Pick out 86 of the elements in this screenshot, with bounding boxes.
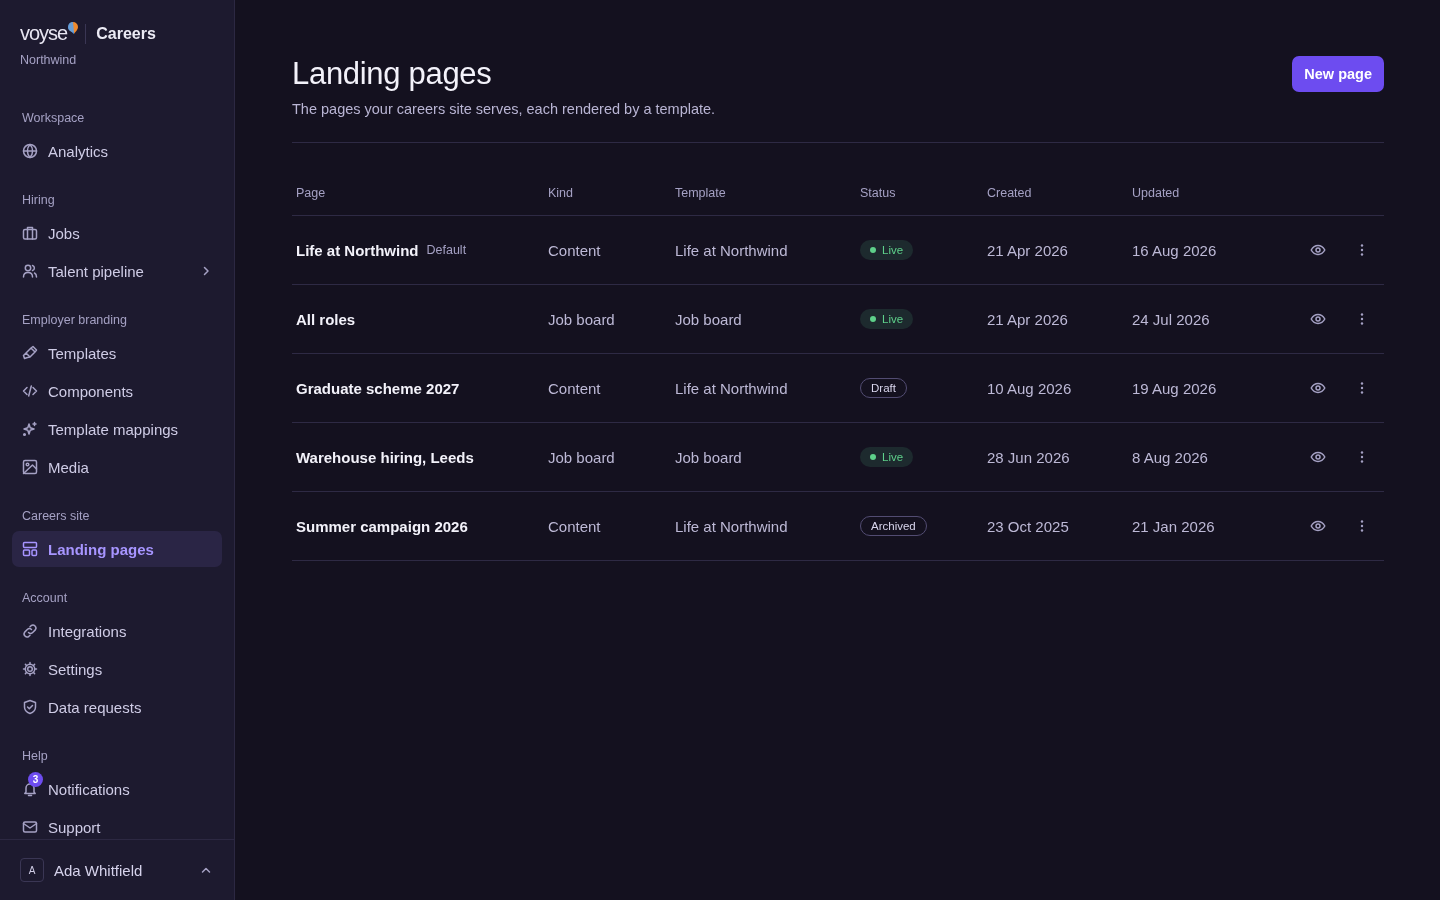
users-icon <box>22 263 38 279</box>
sidebar-item[interactable]: Analytics <box>12 133 222 169</box>
column-header: Template <box>675 186 726 200</box>
user-avatar: A <box>20 858 44 882</box>
table-cell: Life at Northwind <box>675 379 788 397</box>
more-icon[interactable] <box>1360 450 1364 464</box>
table-cell: Life at Northwind <box>675 241 788 259</box>
globe-icon <box>22 143 38 159</box>
page-title: Landing pages <box>292 56 493 92</box>
mail-icon <box>22 819 38 835</box>
user-menu[interactable]: A Ada Whitfield <box>0 839 234 900</box>
sparkles-icon <box>22 421 38 437</box>
sidebar-item[interactable]: Templates <box>12 335 222 371</box>
sidebar-item[interactable]: Settings <box>12 651 222 687</box>
column-header: Kind <box>548 186 574 200</box>
layout-icon <box>22 541 38 557</box>
sidebar-item[interactable]: Landing pages <box>12 531 222 567</box>
page-name: Graduate scheme 2027 <box>296 379 460 397</box>
column-header: Created <box>987 186 1032 200</box>
image-icon <box>22 459 38 475</box>
table-cell: Content <box>548 241 601 259</box>
more-icon[interactable] <box>1360 519 1364 533</box>
table-cell: Job board <box>548 448 615 466</box>
table-cell: 8 Aug 2026 <box>1132 448 1208 466</box>
shield-icon <box>22 699 38 715</box>
status-badge: Live <box>860 240 914 260</box>
page-name: Summer campaign 2026 <box>296 517 468 535</box>
table-cell: 16 Aug 2026 <box>1132 241 1217 259</box>
table-cell: 10 Aug 2026 <box>987 379 1072 397</box>
section-label: Account <box>21 590 69 607</box>
organization-name: Northwind <box>19 52 78 67</box>
eye-icon[interactable] <box>1310 449 1326 465</box>
status-badge: Live <box>860 309 914 329</box>
link-icon <box>22 623 38 639</box>
table-cell: Job board <box>548 310 615 328</box>
code-icon <box>22 383 38 399</box>
table-cell: 21 Apr 2026 <box>987 310 1068 328</box>
section-label: Careers site <box>21 508 91 525</box>
sidebar-item[interactable]: Media <box>12 449 222 485</box>
page-subtitle: The pages your careers site serves, each rendered by a template. <box>292 101 716 117</box>
eye-icon[interactable] <box>1310 518 1326 534</box>
eye-icon[interactable] <box>1310 380 1326 396</box>
product-name: Careers <box>96 24 156 43</box>
table-cell: Content <box>548 379 601 397</box>
sidebar-item[interactable]: Integrations <box>12 613 222 649</box>
table-cell: Content <box>548 517 601 535</box>
sidebar-item[interactable]: Jobs <box>12 215 222 251</box>
sidebar-item[interactable]: 3 Notifications <box>12 771 222 807</box>
table-cell: Life at Northwind <box>675 517 788 535</box>
bell-icon <box>22 781 38 797</box>
sidebar-item[interactable]: Support <box>12 809 222 839</box>
count-badge: 3 <box>28 772 43 787</box>
sidebar-item[interactable]: Talent pipeline <box>12 253 222 289</box>
section-label: Help <box>21 748 49 765</box>
sidebar-item[interactable]: Data requests <box>12 689 222 725</box>
section-label: Employer branding <box>21 312 128 329</box>
page-name: Warehouse hiring, Leeds <box>296 448 474 466</box>
table-cell: 28 Jun 2026 <box>987 448 1070 466</box>
column-header: Page <box>296 186 326 200</box>
page-name: All roles <box>296 310 356 328</box>
eye-icon[interactable] <box>1310 242 1326 258</box>
new-page-button[interactable]: New page <box>1292 56 1384 92</box>
status-badge: Live <box>860 447 914 467</box>
brand-logo: voyse <box>20 22 76 45</box>
table-cell: 21 Jan 2026 <box>1132 517 1215 535</box>
table-cell: Job board <box>675 310 742 328</box>
sidebar-item[interactable]: Template mappings <box>12 411 222 447</box>
default-label: Default <box>426 243 467 257</box>
table-cell: 21 Apr 2026 <box>987 241 1068 259</box>
section-label: Hiring <box>21 192 56 209</box>
table-cell: Job board <box>675 448 742 466</box>
more-icon[interactable] <box>1360 312 1364 326</box>
table-cell: 19 Aug 2026 <box>1132 379 1217 397</box>
gear-icon <box>22 661 38 677</box>
table-cell: 23 Oct 2025 <box>987 517 1069 535</box>
column-header: Status <box>860 186 896 200</box>
more-icon[interactable] <box>1360 243 1364 257</box>
column-header: Updated <box>1132 186 1180 200</box>
table-cell: 24 Jul 2026 <box>1132 310 1210 328</box>
eye-icon[interactable] <box>1310 311 1326 327</box>
more-icon[interactable] <box>1360 381 1364 395</box>
section-label: Workspace <box>21 110 86 127</box>
briefcase-icon <box>22 225 38 241</box>
page-name: Life at Northwind <box>296 241 419 259</box>
sidebar-item[interactable]: Components <box>12 373 222 409</box>
user-name: Ada Whitfield <box>54 861 143 879</box>
